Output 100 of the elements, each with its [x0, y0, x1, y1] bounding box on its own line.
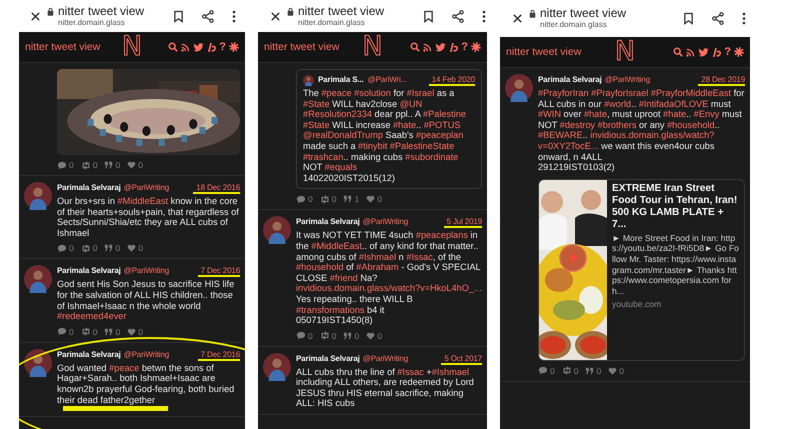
author-handle[interactable]: @PariWriting — [604, 74, 650, 85]
tweet-date[interactable]: 5 Jul 2019 — [444, 218, 482, 228]
menu-icon[interactable] — [482, 10, 486, 22]
rss-icon[interactable] — [423, 42, 432, 52]
close-icon[interactable] — [270, 10, 281, 22]
author-name[interactable]: Parimala Selvaraj — [296, 216, 360, 228]
hashtag-link[interactable]: #transformations — [296, 304, 364, 314]
bird-icon[interactable] — [193, 42, 204, 52]
hashtag-link[interactable]: #State — [303, 98, 330, 109]
hashtag-link[interactable]: #WIN — [538, 109, 561, 120]
author-handle[interactable]: @PariWriting — [124, 348, 170, 360]
hashtag-link[interactable]: #Abraham — [356, 262, 399, 272]
author-handle[interactable]: @PariWri... — [368, 74, 407, 85]
page-url[interactable]: nitter.domain.glass — [298, 18, 417, 28]
url-link[interactable]: watch?v=HkoL4hO_... — [391, 283, 482, 294]
hashtag-link[interactable]: #equals — [324, 162, 357, 172]
menu-icon[interactable] — [742, 12, 746, 25]
hashtag-link[interactable]: #BEWARE — [538, 130, 583, 140]
avatar[interactable] — [24, 348, 52, 377]
menu-icon[interactable] — [232, 10, 236, 22]
share-icon[interactable] — [202, 10, 214, 22]
author-name[interactable]: Parimala Selvaraj — [57, 265, 121, 276]
hashtag-link[interactable]: #MiddleEast — [118, 196, 168, 206]
share-icon[interactable] — [712, 12, 724, 25]
search-icon[interactable] — [168, 42, 178, 52]
url-link[interactable]: v=0XY2TocE... — [538, 140, 599, 151]
hashtag-link[interactable]: #peace — [109, 362, 140, 373]
hashtag-link[interactable]: #State — [303, 120, 330, 130]
close-icon[interactable] — [512, 13, 523, 24]
bird-icon[interactable] — [435, 42, 446, 52]
rss-icon[interactable] — [686, 48, 696, 56]
hashtag-link[interactable]: #hate — [584, 109, 607, 120]
site-title[interactable]: nitter tweet view — [506, 46, 582, 58]
rss-icon[interactable] — [181, 42, 190, 52]
author-handle[interactable]: @PariWriting — [362, 216, 408, 228]
tweet-date[interactable]: 7 Dec 2016 — [198, 350, 240, 361]
author-handle[interactable]: @PariWriting — [362, 352, 408, 364]
hashtag-link[interactable]: #IntifadaOfLOVE — [638, 98, 708, 109]
hashtag-link[interactable]: #household — [296, 262, 344, 272]
hashtag-link[interactable]: #brothers — [598, 120, 636, 130]
close-icon[interactable] — [30, 10, 41, 22]
hashtag-link[interactable]: #world — [604, 98, 632, 109]
hashtag-link[interactable]: #POTUS — [424, 120, 460, 130]
hashtag-link[interactable]: #friend — [330, 272, 358, 283]
hashtag-link[interactable]: #peaceplan — [416, 130, 464, 140]
author-name[interactable]: Parimala S... — [318, 74, 364, 85]
mention-link[interactable]: @realDonaldTrump — [303, 130, 383, 140]
hashtag-link[interactable]: #tinybit — [358, 140, 388, 151]
logo[interactable]: N — [362, 32, 383, 62]
site-title[interactable]: nitter tweet view — [25, 41, 100, 53]
play-icon[interactable] — [559, 244, 587, 272]
bird-icon[interactable] — [698, 47, 710, 57]
hashtag-link[interactable]: #MiddleEast — [311, 240, 362, 251]
url-link[interactable]: invidious.domain.glass/watch? — [590, 130, 714, 140]
page-url[interactable]: nitter.domain.glass — [540, 20, 677, 30]
hashtag-link[interactable]: #PrayforMiddleEast — [650, 88, 732, 98]
page-url[interactable]: nitter.domain.glass — [58, 18, 167, 28]
hashtag-link[interactable]: #Issac — [406, 252, 433, 262]
tweet-date[interactable]: 28 Dec 2019 — [698, 76, 745, 86]
hashtag-link[interactable]: #solution — [354, 88, 391, 98]
mention-link[interactable]: @UN — [400, 98, 422, 109]
author-name[interactable]: Parimala Selvaraj — [57, 182, 121, 193]
author-handle[interactable]: @PariWriting — [124, 265, 170, 276]
logo[interactable]: N — [614, 37, 636, 67]
share-icon[interactable] — [452, 10, 464, 22]
url-link[interactable]: invidious.domain.glass/ — [296, 283, 391, 294]
author-name[interactable]: Parimala Selvaraj — [296, 352, 360, 364]
bookmark-icon[interactable] — [683, 12, 694, 25]
help-link[interactable]: ? — [461, 42, 468, 52]
help-link[interactable]: ? — [724, 46, 732, 58]
hashtag-link[interactable]: #Palestine — [423, 109, 466, 120]
author-handle[interactable]: @PariWriting — [124, 182, 170, 193]
hashtag-link[interactable]: #Israel — [406, 88, 434, 98]
search-icon[interactable] — [410, 42, 420, 52]
bookmark-icon[interactable] — [173, 10, 184, 22]
curl-icon[interactable] — [712, 46, 722, 58]
curl-icon[interactable] — [449, 42, 458, 52]
quoted-tweet[interactable] — [296, 69, 482, 190]
hashtag-link[interactable]: #peaceplans — [416, 230, 468, 240]
help-link[interactable]: ? — [219, 42, 226, 52]
hashtag-link[interactable]: #redeemed4ever — [57, 311, 126, 322]
hashtag-link[interactable]: #trashcan — [303, 152, 344, 162]
hashtag-link[interactable]: #household — [667, 120, 715, 130]
hashtag-link[interactable]: #Ishmael — [432, 366, 470, 377]
hashtag-link[interactable]: #PrayforIran — [538, 88, 589, 98]
tweet-date[interactable]: 7 Dec 2016 — [198, 267, 240, 278]
bookmark-icon[interactable] — [423, 10, 434, 22]
hashtag-link[interactable]: #destroy — [560, 120, 596, 130]
tweet-date[interactable]: 14 Feb 2020 — [428, 76, 475, 86]
hashtag-link[interactable]: #Resolution2334 — [303, 109, 372, 120]
author-name[interactable]: Parimala Selvaraj — [538, 74, 602, 85]
link-card[interactable] — [538, 178, 745, 361]
hashtag-link[interactable]: #hate — [393, 120, 416, 130]
hashtag-link[interactable]: #Ishmael — [358, 252, 396, 262]
tweet-date[interactable]: 5 Oct 2017 — [441, 354, 482, 365]
settings-icon[interactable] — [734, 47, 744, 57]
hashtag-link[interactable]: #hate — [663, 109, 686, 120]
author-name[interactable]: Parimala Selvaraj — [57, 348, 121, 360]
hashtag-link[interactable]: #PalestineState — [390, 140, 454, 151]
tweet-date[interactable]: 18 Dec 2016 — [193, 184, 240, 194]
